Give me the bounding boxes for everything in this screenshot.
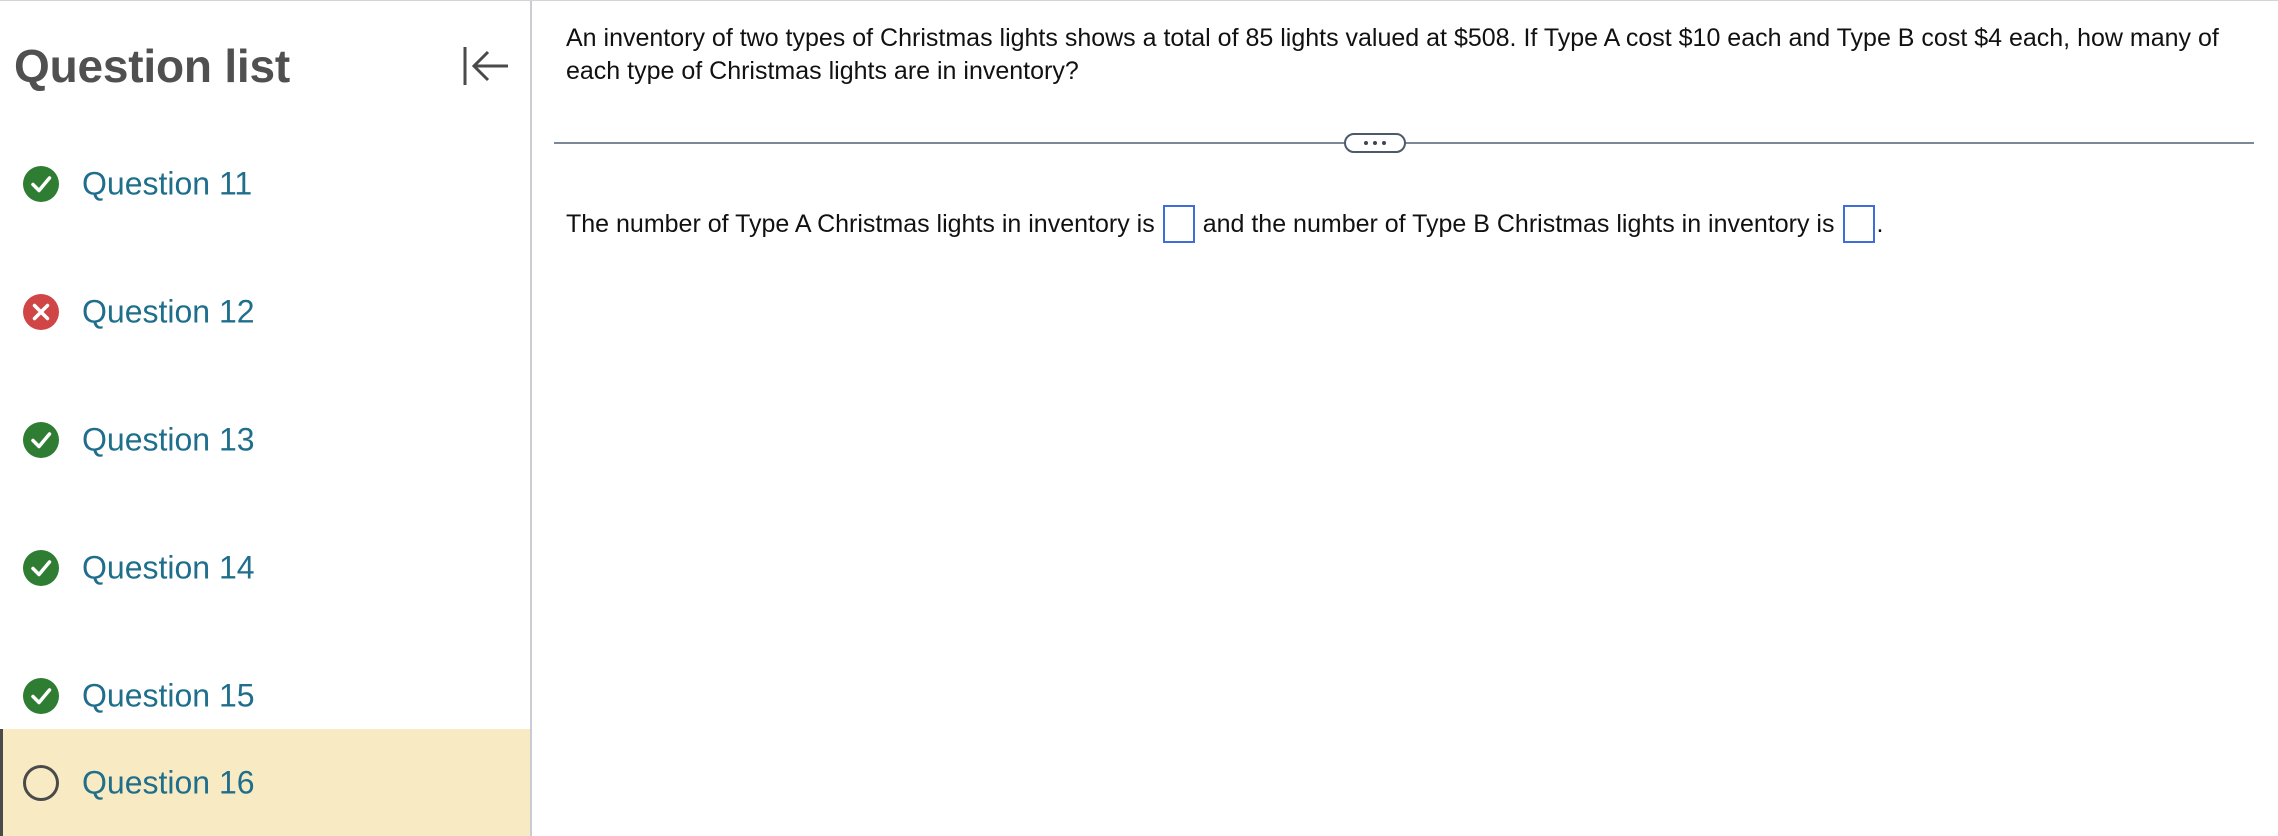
correct-check-icon [23, 166, 59, 202]
question-list-sidebar: Question list Question 11 Question 12 Qu… [0, 1, 532, 836]
question-item-14[interactable]: Question 14 [0, 515, 530, 621]
answer-text-part2: and the number of Type B Christmas light… [1202, 210, 1835, 238]
question-item-16[interactable]: Question 16 [0, 729, 530, 836]
more-dot [1373, 141, 1377, 145]
question-prompt: An inventory of two types of Christmas l… [566, 24, 2219, 85]
type-b-answer-input[interactable] [1842, 205, 1875, 243]
answer-text-end: . [1876, 210, 1884, 238]
question-item-label: Question 16 [82, 764, 255, 801]
question-item-label: Question 14 [82, 549, 255, 586]
type-a-answer-input[interactable] [1162, 205, 1195, 243]
question-item-label: Question 13 [82, 421, 255, 458]
incorrect-x-icon [23, 294, 59, 330]
correct-check-icon [23, 422, 59, 458]
question-item-13[interactable]: Question 13 [0, 387, 530, 493]
unanswered-circle-icon [23, 765, 59, 801]
page: Question list Question 11 Question 12 Qu… [0, 0, 2278, 836]
sidebar-header: Question list [0, 1, 530, 131]
collapse-left-icon [463, 47, 508, 85]
answer-text-part1: The number of Type A Christmas lights in… [566, 210, 1155, 238]
more-dot [1382, 141, 1386, 145]
question-item-12[interactable]: Question 12 [0, 259, 530, 365]
answer-sentence: The number of Type A Christmas lights in… [566, 205, 1883, 243]
question-item-label: Question 15 [82, 677, 255, 714]
question-content: An inventory of two types of Christmas l… [532, 1, 2278, 836]
correct-check-icon [23, 678, 59, 714]
question-item-11[interactable]: Question 11 [0, 131, 530, 237]
sidebar-title: Question list [14, 40, 290, 92]
collapse-sidebar-button[interactable] [460, 41, 512, 91]
question-item-label: Question 11 [82, 165, 253, 202]
correct-check-icon [23, 550, 59, 586]
question-item-label: Question 12 [82, 293, 255, 330]
more-dots-icon [1364, 141, 1368, 145]
expand-more-button[interactable] [1344, 133, 1406, 153]
